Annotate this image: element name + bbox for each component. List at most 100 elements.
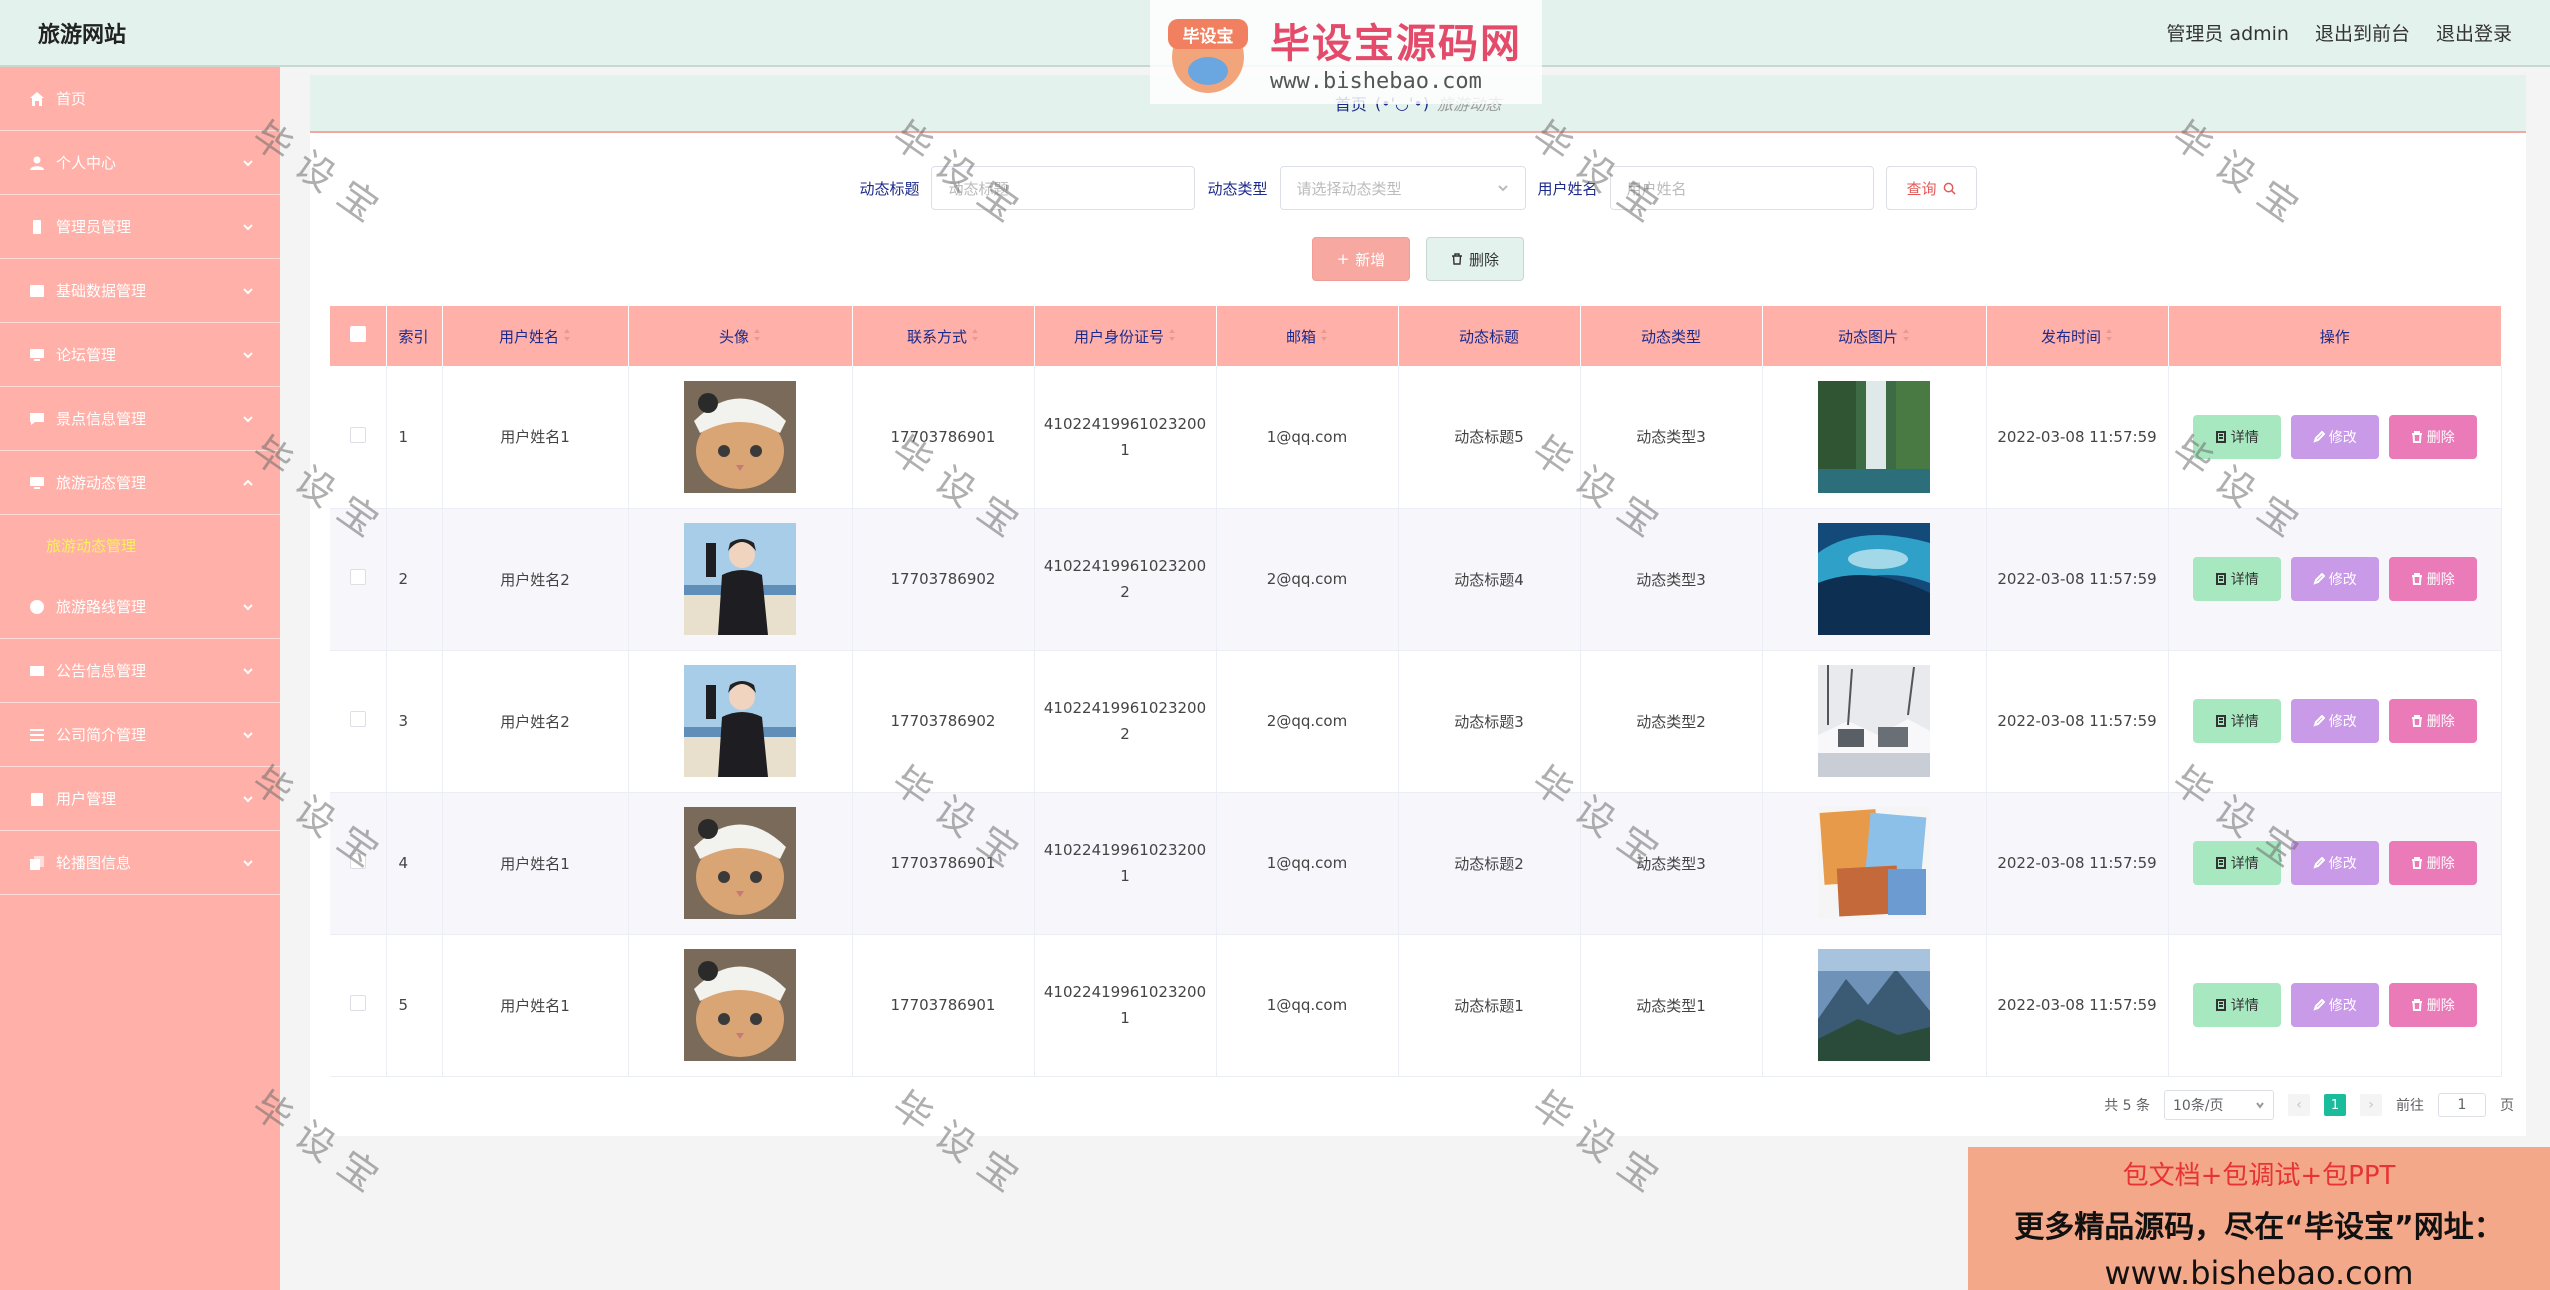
sidebar-item-1[interactable]: 个人中心 xyxy=(0,131,280,195)
chevron-down-icon xyxy=(242,283,256,297)
watermark-url: www.bishebao.com xyxy=(1270,68,1482,94)
list-icon xyxy=(28,726,46,744)
sidebar-item-10[interactable]: 用户管理 xyxy=(0,767,280,831)
page-size-select[interactable]: 10条/页 xyxy=(2164,1090,2274,1120)
row-checkbox[interactable] xyxy=(349,569,366,585)
query-button[interactable]: 查询 xyxy=(1885,166,1977,210)
dynamic-image[interactable] xyxy=(1818,380,1930,493)
select-all-checkbox[interactable] xyxy=(349,326,366,342)
id-number-part2: 1 xyxy=(1120,1009,1130,1027)
delete-button[interactable]: 删除 xyxy=(2388,983,2477,1027)
trash-icon xyxy=(2411,573,2422,585)
edit-button[interactable]: 修改 xyxy=(2290,841,2379,885)
detail-button[interactable]: 详情 xyxy=(2192,414,2281,459)
copy-icon xyxy=(28,854,46,872)
delete-label: 删除 xyxy=(2426,429,2455,446)
cell-name: 用户姓名2 xyxy=(442,650,629,793)
cell-name: 用户姓名2 xyxy=(442,508,629,651)
delete-button[interactable]: 删除 xyxy=(2388,557,2477,601)
cell-name: 用户姓名1 xyxy=(442,934,629,1077)
next-page-button[interactable]: › xyxy=(2360,1094,2382,1116)
sort-icon xyxy=(971,328,979,346)
edit-button[interactable]: 修改 xyxy=(2290,699,2379,743)
logout-link[interactable]: 退出登录 xyxy=(2436,19,2512,46)
front-link[interactable]: 退出到前台 xyxy=(2315,19,2410,46)
prev-page-button[interactable]: ‹ xyxy=(2288,1094,2310,1116)
cell-phone: 17703786901 xyxy=(852,366,1035,509)
edit-label: 修改 xyxy=(2328,714,2357,730)
sidebar-item-11[interactable]: 轮播图信息 xyxy=(0,831,280,895)
chevron-down-icon xyxy=(242,219,256,233)
chevron-down-icon xyxy=(242,855,256,869)
chevron-down-icon xyxy=(2256,1102,2264,1109)
edit-button[interactable]: 修改 xyxy=(2290,983,2379,1027)
promo-line-3: www.bishebao.com xyxy=(2104,1254,2414,1290)
col-id-number[interactable]: 用户身份证号 xyxy=(1034,306,1217,366)
col-avatar[interactable]: 头像 xyxy=(628,306,853,366)
add-button[interactable]: + 新增 xyxy=(1312,237,1410,281)
sidebar-item-label: 个人中心 xyxy=(56,154,117,172)
delete-button[interactable]: 删除 xyxy=(2388,699,2477,743)
row-checkbox[interactable] xyxy=(349,995,366,1011)
detail-button[interactable]: 详情 xyxy=(2192,699,2281,743)
sidebar-item-6[interactable]: 旅游动态管理 xyxy=(0,451,280,515)
delete-button[interactable]: 删除 xyxy=(2388,414,2477,459)
sidebar-item-4[interactable]: 论坛管理 xyxy=(0,323,280,387)
col-phone[interactable]: 联系方式 xyxy=(852,306,1035,366)
cell-actions: 详情 修改 删除 xyxy=(2168,366,2502,509)
col-email[interactable]: 邮箱 xyxy=(1216,306,1399,366)
col-name[interactable]: 用户姓名 xyxy=(442,306,629,366)
sidebar-item-5[interactable]: 景点信息管理 xyxy=(0,387,280,451)
sidebar-item-7[interactable]: 旅游路线管理 xyxy=(0,575,280,639)
dynamic-image[interactable] xyxy=(1818,523,1930,635)
name-search-label: 用户姓名 xyxy=(1537,179,1598,198)
sidebar-item-label: 轮播图信息 xyxy=(56,854,132,872)
edit-icon xyxy=(2313,573,2325,585)
sort-icon xyxy=(563,328,571,346)
sidebar-item-2[interactable]: 管理员管理 xyxy=(0,195,280,259)
edit-button[interactable]: 修改 xyxy=(2290,557,2379,601)
row-checkbox[interactable] xyxy=(349,426,366,443)
sidebar-item-8[interactable]: 公告信息管理 xyxy=(0,639,280,703)
col-title: 动态标题 xyxy=(1398,306,1581,366)
title-search-input[interactable]: 动态标题 xyxy=(931,166,1196,210)
row-checkbox[interactable] xyxy=(349,853,366,869)
batch-delete-button[interactable]: 删除 xyxy=(1426,237,1524,281)
edit-button[interactable]: 修改 xyxy=(2290,414,2379,459)
pagination: 共 5 条 10条/页 ‹ 1 › 前往 1 页 xyxy=(2104,1090,2514,1120)
type-select-placeholder: 请选择动态类型 xyxy=(1296,179,1402,198)
detail-button[interactable]: 详情 xyxy=(2192,841,2281,885)
goto-page-input[interactable]: 1 xyxy=(2438,1093,2486,1117)
type-select[interactable]: 请选择动态类型 xyxy=(1279,166,1526,210)
goto-label: 前往 xyxy=(2396,1098,2424,1114)
sidebar-item-3[interactable]: 基础数据管理 xyxy=(0,259,280,323)
trash-icon xyxy=(1451,253,1462,265)
dynamic-image[interactable] xyxy=(1818,665,1930,777)
trash-icon xyxy=(2411,715,2422,727)
col-time[interactable]: 发布时间 xyxy=(1986,306,2169,366)
row-checkbox[interactable] xyxy=(349,711,366,727)
sidebar-item-9[interactable]: 公司简介管理 xyxy=(0,703,280,767)
main-content: 动态标题 动态标题 动态类型 请选择动态类型 用户姓名 用户姓名 查询 + 新增… xyxy=(310,133,2526,1136)
sidebar-item-0[interactable]: 首页 xyxy=(0,67,280,131)
delete-button[interactable]: 删除 xyxy=(2388,841,2477,885)
mail-icon xyxy=(28,662,46,680)
cell-type: 动态类型2 xyxy=(1580,650,1763,793)
cell-avatar xyxy=(628,366,853,509)
dynamic-image[interactable] xyxy=(1818,807,1930,919)
submenu-item-active[interactable]: 旅游动态管理 xyxy=(0,515,280,575)
document-icon xyxy=(2215,430,2226,443)
search-form: 动态标题 动态标题 动态类型 请选择动态类型 用户姓名 用户姓名 查询 xyxy=(310,166,2526,210)
id-number-part1: 41022419961023200 xyxy=(1043,983,1207,1001)
id-number-part1: 41022419961023200 xyxy=(1043,557,1207,575)
cell-avatar xyxy=(628,792,853,935)
detail-button[interactable]: 详情 xyxy=(2192,557,2281,601)
page-suffix: 页 xyxy=(2500,1098,2514,1114)
promo-line-2: 更多精品源码，尽在“毕设宝”网址： xyxy=(2014,1210,2504,1245)
name-search-input[interactable]: 用户姓名 xyxy=(1609,166,1874,210)
page-number-current[interactable]: 1 xyxy=(2324,1094,2346,1116)
detail-button[interactable]: 详情 xyxy=(2192,983,2281,1027)
cell-index: 3 xyxy=(386,650,443,793)
dynamic-image[interactable] xyxy=(1818,949,1930,1061)
col-image[interactable]: 动态图片 xyxy=(1762,306,1987,366)
